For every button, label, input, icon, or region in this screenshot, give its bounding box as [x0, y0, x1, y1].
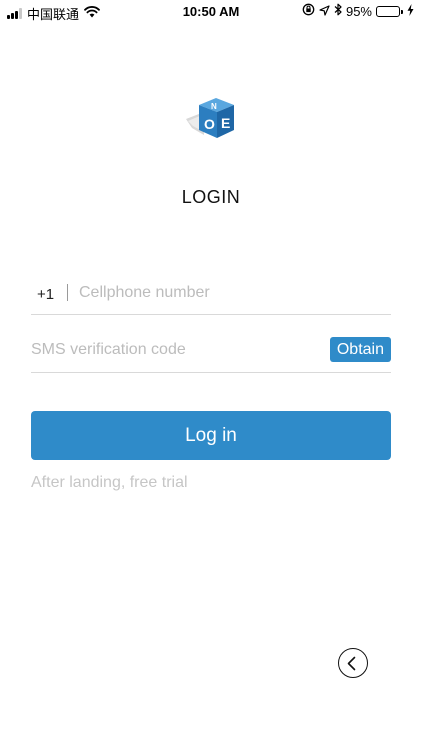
status-right: 95%: [302, 3, 414, 19]
status-bar: 中国联通 10:50 AM 95%: [0, 0, 422, 24]
battery-percent: 95%: [345, 3, 372, 19]
free-trial-hint: After landing, free trial: [31, 474, 188, 491]
sms-code-input[interactable]: [31, 339, 301, 361]
battery-icon: [376, 5, 403, 17]
phone-input[interactable]: [79, 282, 379, 304]
back-circle-icon: [339, 650, 367, 677]
app-logo-cube-icon: O E N: [182, 95, 242, 143]
back-button[interactable]: [338, 648, 368, 678]
bluetooth-icon: [334, 3, 342, 19]
login-button[interactable]: Log in: [31, 411, 391, 460]
page-title: LOGIN: [181, 187, 241, 207]
field-divider: [67, 284, 68, 301]
phone-field: +1: [31, 274, 391, 315]
charging-icon: [407, 3, 414, 19]
obtain-code-button[interactable]: Obtain: [329, 337, 391, 362]
sms-field: Obtain: [31, 334, 391, 373]
rotation-lock-icon: [302, 3, 315, 19]
location-icon: [319, 4, 330, 19]
svg-text:N: N: [211, 102, 217, 111]
country-code[interactable]: +1: [37, 286, 54, 303]
svg-text:O: O: [204, 116, 215, 132]
svg-text:E: E: [221, 115, 230, 131]
